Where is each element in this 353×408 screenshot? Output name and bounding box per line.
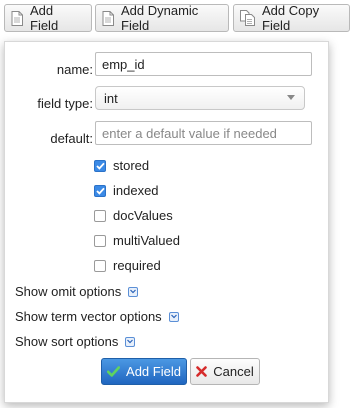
indexed-checkbox-row[interactable]: indexed [94,183,159,198]
required-checkbox[interactable] [94,259,106,272]
checkmark-icon [95,162,105,170]
document-icon [102,10,114,26]
field-type-select[interactable]: int [95,86,305,110]
show-term-vector-options-toggle[interactable]: Show term vector options [15,309,179,324]
show-omit-options-label: Show omit options [15,284,122,299]
add-dynamic-field-label: Add Dynamic Field [121,3,199,33]
add-field-toolbar-button[interactable]: Add Field [4,3,92,33]
close-icon [196,366,208,377]
docvalues-checkbox[interactable] [94,209,106,222]
field-type-label: field type: [37,96,93,111]
add-field-toolbar-label: Add Field [30,3,59,33]
show-sort-options-label: Show sort options [15,334,119,349]
stored-checkbox[interactable] [94,159,106,172]
expand-icon[interactable] [128,286,139,297]
add-dynamic-field-button[interactable]: Add Dynamic Field [95,3,229,33]
expand-icon[interactable] [168,311,179,322]
multivalued-checkbox[interactable] [94,234,106,247]
default-input[interactable] [95,121,312,145]
checkmark-icon [107,366,121,377]
cancel-button[interactable]: Cancel [190,358,260,385]
indexed-label: indexed [113,183,159,198]
stored-label: stored [113,158,150,173]
default-label: default: [50,131,93,146]
add-field-submit-button[interactable]: Add Field [101,358,187,385]
required-label: required [113,258,161,273]
indexed-checkbox[interactable] [94,184,106,197]
expand-icon[interactable] [125,336,136,347]
docvalues-label: docValues [113,208,173,223]
cancel-label: Cancel [213,364,254,379]
name-label: name: [56,62,93,77]
docvalues-checkbox-row[interactable]: docValues [94,208,173,223]
add-field-panel: name: field type: int default: stored in… [4,41,329,403]
copy-document-icon [240,10,255,26]
show-omit-options-toggle[interactable]: Show omit options [15,284,139,299]
add-copy-field-button[interactable]: Add Copy Field [233,3,350,33]
multivalued-label: multiValued [113,233,180,248]
required-checkbox-row[interactable]: required [94,258,161,273]
show-term-vector-options-label: Show term vector options [15,309,162,324]
chevron-down-icon [287,95,295,100]
field-type-value: int [104,90,118,106]
stored-checkbox-row[interactable]: stored [94,158,149,173]
add-field-submit-label: Add Field [126,364,181,379]
checkmark-icon [95,187,105,195]
document-icon [11,10,23,26]
multivalued-checkbox-row[interactable]: multiValued [94,233,180,248]
name-input[interactable] [95,52,312,76]
add-copy-field-label: Add Copy Field [262,3,320,33]
show-sort-options-toggle[interactable]: Show sort options [15,334,136,349]
